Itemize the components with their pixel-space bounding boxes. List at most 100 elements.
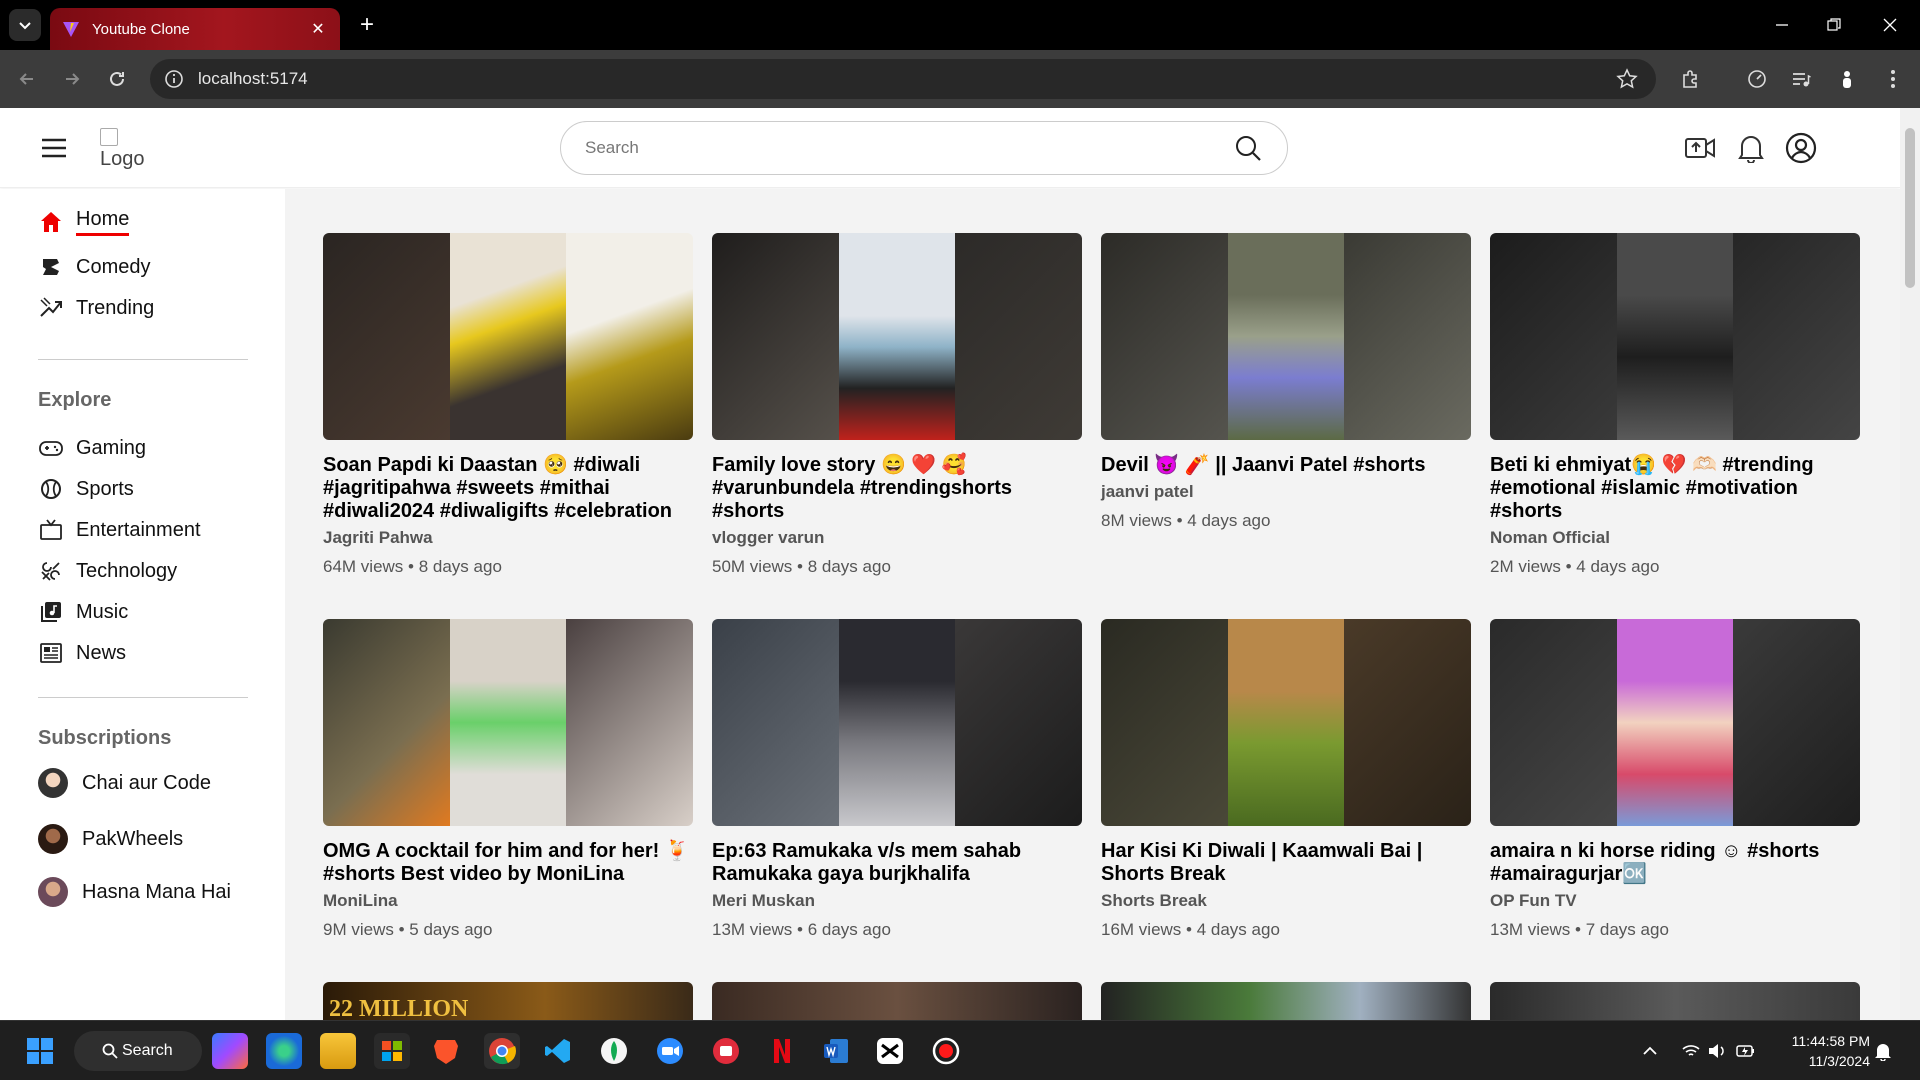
sidebar-item-entertainment[interactable]: Entertainment xyxy=(38,513,201,547)
menu-toggle-button[interactable] xyxy=(38,132,70,164)
site-info-icon[interactable] xyxy=(164,69,184,89)
wifi-icon[interactable] xyxy=(1682,1021,1700,1080)
tab-list-button[interactable] xyxy=(9,9,41,41)
video-card[interactable]: amaira n ki horse riding ☺ #shorts #amai… xyxy=(1490,619,1860,940)
minimize-icon xyxy=(1776,24,1788,26)
video-title[interactable]: Har Kisi Ki Diwali | Kaamwali Bai | Shor… xyxy=(1101,840,1471,886)
video-title[interactable]: Family love story 😄 ❤️ 🥰 #varunbundela #… xyxy=(712,454,1082,523)
file-explorer-icon[interactable] xyxy=(320,1033,356,1069)
volume-icon[interactable] xyxy=(1708,1021,1726,1080)
subscription-item[interactable]: PakWheels xyxy=(38,824,183,854)
chrome-icon[interactable] xyxy=(484,1033,520,1069)
capcut-icon[interactable] xyxy=(872,1033,908,1069)
notification-center[interactable] xyxy=(1874,1021,1892,1080)
microsoft-store-icon[interactable] xyxy=(374,1033,410,1069)
video-title[interactable]: Soan Papdi ki Daastan 🥺 #diwali #jagriti… xyxy=(323,454,693,523)
video-card[interactable]: Beti ki ehmiyat😭 💔 🫶🏻 #trending #emotion… xyxy=(1490,233,1860,577)
channel-name[interactable]: vlogger varun xyxy=(712,528,1082,548)
media-controls-button[interactable] xyxy=(1786,64,1816,94)
video-title[interactable]: Ep:63 Ramukaka v/s mem sahab Ramukaka ga… xyxy=(712,840,1082,886)
video-card[interactable]: Soan Papdi ki Daastan 🥺 #diwali #jagriti… xyxy=(323,233,693,577)
video-thumbnail[interactable] xyxy=(712,233,1082,440)
video-thumbnail[interactable]: 22 MILLION xyxy=(323,982,693,1020)
channel-name[interactable]: Meri Muskan xyxy=(712,891,1082,911)
tab-close-icon[interactable]: ✕ xyxy=(308,19,328,39)
video-card[interactable]: Family love story 😄 ❤️ 🥰 #varunbundela #… xyxy=(712,233,1082,577)
video-thumbnail[interactable] xyxy=(1490,982,1860,1020)
user-circle-icon xyxy=(1785,132,1817,164)
video-title[interactable]: Devil 😈 🧨 || Jaanvi Patel #shorts xyxy=(1101,454,1471,477)
brave-icon[interactable] xyxy=(428,1033,464,1069)
reload-button[interactable] xyxy=(102,64,132,94)
video-card[interactable]: OMG A cocktail for him and for her! 🍹 #s… xyxy=(323,619,693,940)
video-title[interactable]: Beti ki ehmiyat😭 💔 🫶🏻 #trending #emotion… xyxy=(1490,454,1860,523)
video-thumbnail[interactable] xyxy=(1101,233,1471,440)
browser-tab[interactable]: Youtube Clone ✕ xyxy=(50,8,340,50)
channel-name[interactable]: OP Fun TV xyxy=(1490,891,1860,911)
subscription-item[interactable]: Chai aur Code xyxy=(38,768,211,798)
vscode-icon[interactable] xyxy=(540,1033,576,1069)
copilot-icon[interactable] xyxy=(212,1033,248,1069)
video-thumbnail[interactable] xyxy=(1101,982,1471,1020)
sidebar-item-home[interactable]: Home xyxy=(38,205,130,239)
sidebar-item-technology[interactable]: Technology xyxy=(38,554,177,588)
edge-icon[interactable] xyxy=(266,1033,302,1069)
channel-name[interactable]: jaanvi patel xyxy=(1101,482,1471,502)
video-thumbnail[interactable] xyxy=(1101,619,1471,826)
video-thumbnail[interactable] xyxy=(323,619,693,826)
video-thumbnail[interactable] xyxy=(712,982,1082,1020)
taskbar-search[interactable]: Search xyxy=(74,1031,202,1071)
logo[interactable]: Logo xyxy=(100,128,160,172)
search-input[interactable] xyxy=(585,138,1233,158)
sidebar-item-gaming[interactable]: Gaming xyxy=(38,431,146,465)
video-thumbnail[interactable] xyxy=(1490,233,1860,440)
video-card[interactable]: Har Kisi Ki Diwali | Kaamwali Bai | Shor… xyxy=(1101,619,1471,940)
video-card[interactable]: Devil 😈 🧨 || Jaanvi Patel #shorts jaanvi… xyxy=(1101,233,1471,531)
obs-record-icon[interactable] xyxy=(928,1033,964,1069)
video-thumbnail[interactable] xyxy=(1490,619,1860,826)
minimize-window-button[interactable] xyxy=(1762,10,1802,40)
sidebar-item-trending[interactable]: Trending xyxy=(38,291,154,325)
scrollbar-thumb[interactable] xyxy=(1905,128,1915,288)
word-icon[interactable] xyxy=(818,1033,854,1069)
channel-name[interactable]: Shorts Break xyxy=(1101,891,1471,911)
zoom-icon[interactable] xyxy=(652,1033,688,1069)
netflix-icon[interactable] xyxy=(764,1033,800,1069)
screen-recorder-icon[interactable] xyxy=(708,1033,744,1069)
profile-button[interactable] xyxy=(1832,64,1862,94)
subscription-item[interactable]: Hasna Mana Hai xyxy=(38,877,231,907)
address-bar[interactable]: localhost:5174 xyxy=(150,59,1656,99)
video-card[interactable]: Ep:63 Ramukaka v/s mem sahab Ramukaka ga… xyxy=(712,619,1082,940)
mongodb-compass-icon[interactable] xyxy=(596,1033,632,1069)
performance-button[interactable] xyxy=(1742,64,1772,94)
sidebar-item-sports[interactable]: Sports xyxy=(38,472,134,506)
channel-name[interactable]: MoniLina xyxy=(323,891,693,911)
notifications-button[interactable] xyxy=(1733,130,1769,166)
video-thumbnail[interactable] xyxy=(712,619,1082,826)
page-scrollbar[interactable] xyxy=(1900,108,1920,1020)
channel-name[interactable]: Noman Official xyxy=(1490,528,1860,548)
search-icon[interactable] xyxy=(1233,133,1263,163)
battery-icon[interactable] xyxy=(1736,1021,1756,1080)
show-hidden-icons[interactable] xyxy=(1642,1021,1658,1080)
forward-button[interactable] xyxy=(57,64,87,94)
video-title[interactable]: amaira n ki horse riding ☺ #shorts #amai… xyxy=(1490,840,1860,886)
upload-video-button[interactable] xyxy=(1682,130,1718,166)
sidebar-item-comedy[interactable]: Comedy xyxy=(38,250,150,284)
sidebar-item-label: Home xyxy=(76,208,130,236)
sidebar-item-music[interactable]: Music xyxy=(38,595,128,629)
browser-menu-button[interactable] xyxy=(1878,64,1908,94)
sidebar-item-news[interactable]: News xyxy=(38,636,126,670)
restore-window-button[interactable] xyxy=(1814,10,1854,40)
system-clock[interactable]: 11:44:58 PM 11/3/2024 xyxy=(1766,1031,1870,1071)
account-button[interactable] xyxy=(1783,130,1819,166)
bookmark-star-icon[interactable] xyxy=(1616,68,1638,90)
close-window-button[interactable] xyxy=(1870,10,1910,40)
extensions-button[interactable] xyxy=(1676,64,1706,94)
channel-name[interactable]: Jagriti Pahwa xyxy=(323,528,693,548)
start-button[interactable] xyxy=(22,1033,58,1069)
video-thumbnail[interactable] xyxy=(323,233,693,440)
new-tab-button[interactable]: + xyxy=(352,10,382,40)
back-button[interactable] xyxy=(12,64,42,94)
video-title[interactable]: OMG A cocktail for him and for her! 🍹 #s… xyxy=(323,840,693,886)
